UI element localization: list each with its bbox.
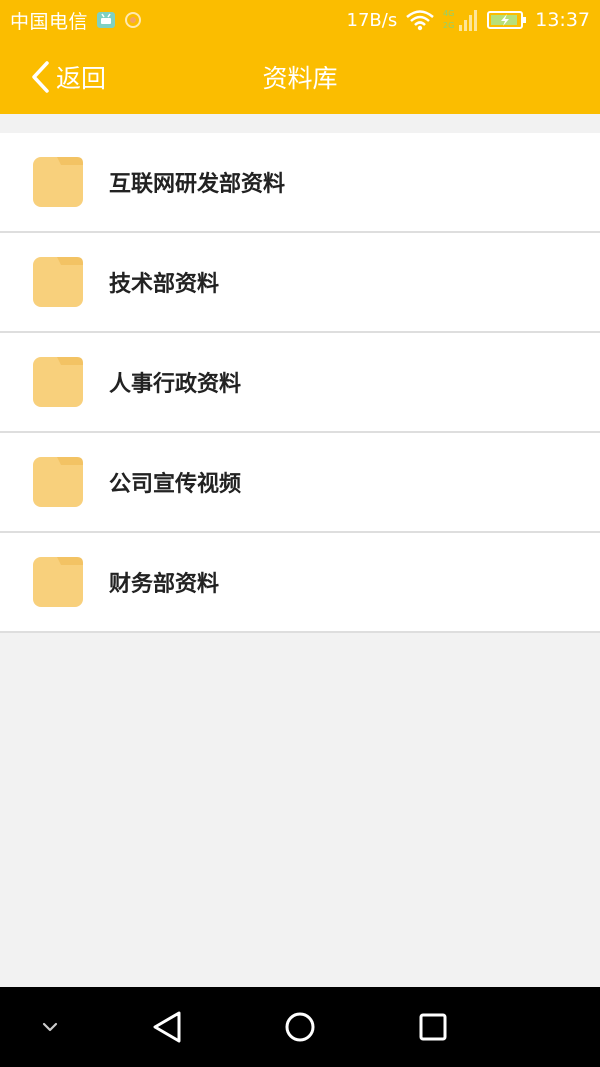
folder-icon <box>33 557 83 607</box>
back-triangle-icon <box>151 1010 183 1044</box>
network-2g-label: 2G <box>443 21 454 30</box>
folder-item[interactable]: 技术部资料 <box>0 233 600 333</box>
folder-icon <box>33 257 83 307</box>
folder-icon <box>33 357 83 407</box>
clock-label: 13:37 <box>535 9 590 31</box>
back-label: 返回 <box>56 64 107 93</box>
folder-list: 互联网研发部资料 技术部资料 人事行政资料 公司宣传视频 财务部资料 <box>0 133 600 633</box>
nav-recents-button[interactable] <box>398 987 468 1067</box>
collapse-chevron-icon <box>41 1021 59 1033</box>
folder-label: 互联网研发部资料 <box>109 172 286 197</box>
net-speed-label: 17B/s <box>346 9 398 31</box>
home-circle-icon <box>284 1011 316 1043</box>
carrier-label: 中国电信 <box>10 10 89 33</box>
collapse-nav-button[interactable] <box>15 987 85 1067</box>
chevron-left-icon <box>30 60 50 94</box>
status-right: 17B/s 4G 2G 13:37 <box>347 7 590 33</box>
folder-label: 财务部资料 <box>109 572 220 597</box>
folder-label: 技术部资料 <box>109 272 220 297</box>
folder-label: 公司宣传视频 <box>109 472 242 497</box>
folder-item[interactable]: 公司宣传视频 <box>0 433 600 533</box>
network-4g-label: 4G <box>443 9 454 18</box>
record-icon <box>124 11 142 29</box>
folder-item[interactable]: 互联网研发部资料 <box>0 133 600 233</box>
recents-square-icon <box>418 1012 448 1042</box>
signal-icon: 4G 2G <box>443 7 479 33</box>
nav-home-button[interactable] <box>265 987 335 1067</box>
app-bar: 返回 资料库 <box>0 40 600 114</box>
wifi-icon <box>405 9 435 31</box>
folder-icon <box>33 457 83 507</box>
folder-icon <box>33 157 83 207</box>
nav-back-button[interactable] <box>132 987 202 1067</box>
android-debug-icon <box>96 11 116 29</box>
folder-item[interactable]: 财务部资料 <box>0 533 600 633</box>
status-bar: 中国电信 17B/s 4G 2G 13:37 <box>0 0 600 40</box>
folder-label: 人事行政资料 <box>109 372 242 397</box>
status-left: 中国电信 <box>10 7 142 34</box>
folder-item[interactable]: 人事行政资料 <box>0 333 600 433</box>
battery-charging-icon <box>487 10 527 30</box>
back-button[interactable]: 返回 <box>30 40 106 114</box>
system-nav-bar <box>0 987 600 1067</box>
